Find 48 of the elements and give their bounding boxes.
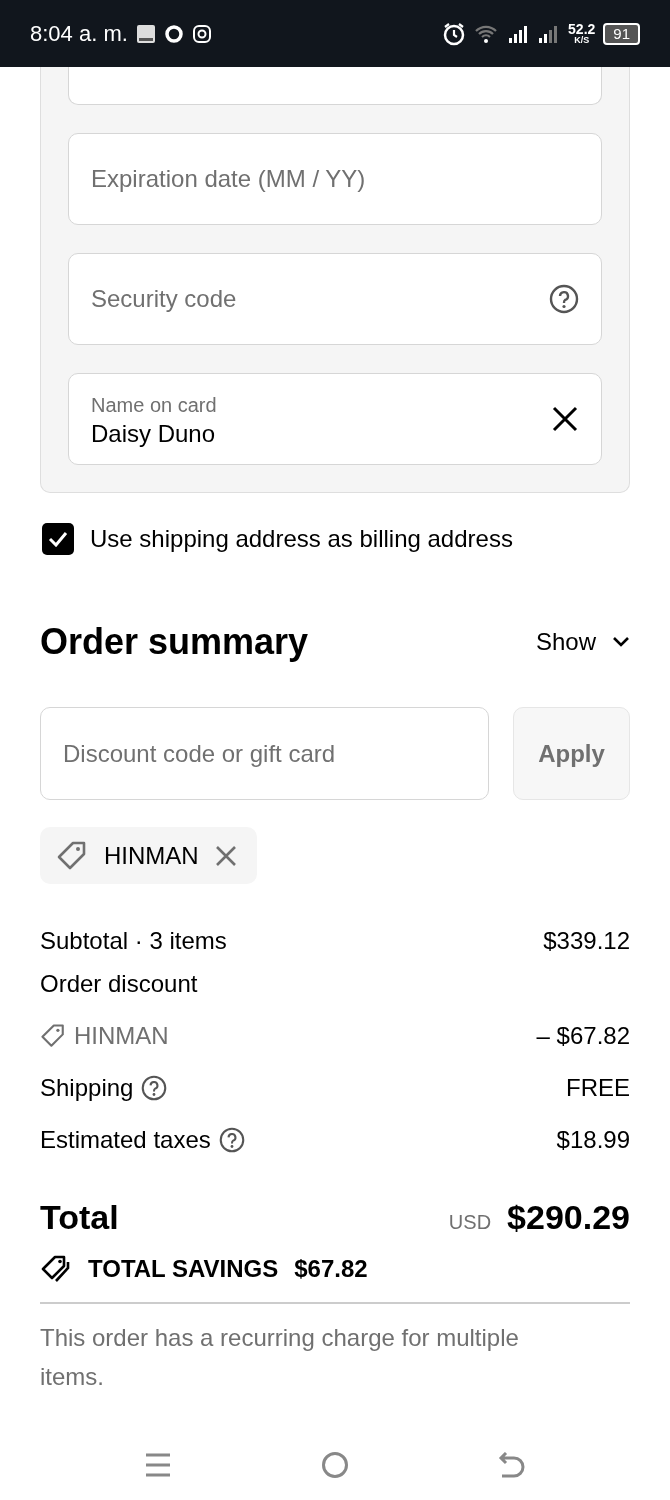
battery-level: 91 <box>603 22 640 45</box>
check-icon <box>48 531 68 547</box>
checkbox[interactable] <box>42 523 74 555</box>
chevron-icon <box>612 636 630 648</box>
clock-time: 8:04 a. m. <box>30 20 128 48</box>
text-input[interactable]: Daisy Duno <box>91 419 551 449</box>
remove-icon[interactable] <box>214 844 237 867</box>
name-on-card-field[interactable]: Name on card Daisy Duno <box>68 373 602 465</box>
line-label: Estimated taxes <box>40 1125 211 1155</box>
network-speed: 52.2 <box>568 22 596 36</box>
help-icon[interactable] <box>549 284 579 314</box>
card-number-field[interactable] <box>68 67 602 105</box>
line-amount: FREE <box>566 1073 630 1103</box>
discount-code: HINMAN <box>104 840 199 871</box>
help-icon[interactable] <box>141 1075 168 1101</box>
help-icon[interactable] <box>218 1127 245 1153</box>
currency-code: USD <box>448 1209 492 1235</box>
text-input[interactable]: Security code <box>91 281 549 317</box>
notification-icon <box>135 23 156 44</box>
savings-label: TOTAL SAVINGS <box>88 1254 279 1284</box>
tag-icon <box>56 839 88 872</box>
total-label: Total <box>40 1196 119 1238</box>
line-amount: – $67.82 <box>536 1021 630 1051</box>
menu-icon[interactable] <box>144 1452 173 1478</box>
expiration-field[interactable]: Expiration date (MM / YY) <box>68 133 602 225</box>
total-amount: $290.29 <box>507 1196 630 1238</box>
speed-unit: K/S <box>574 36 590 45</box>
back-icon[interactable] <box>497 1452 526 1478</box>
alarm-icon <box>442 21 467 46</box>
line-label: HINMAN <box>74 1021 169 1051</box>
line-label: Shipping <box>40 1073 134 1103</box>
clear-icon[interactable] <box>551 405 579 433</box>
text-input[interactable]: Expiration date (MM / YY) <box>91 161 579 197</box>
line-label: Subtotal · 3 items <box>40 926 227 956</box>
recurring-charge-note: This order has a recurring charge for multiple items. <box>40 1323 520 1392</box>
line-amount: $18.99 <box>556 1125 630 1155</box>
section-heading: Order summary <box>40 620 309 664</box>
home-icon[interactable] <box>321 1451 349 1479</box>
checkbox-label: Use shipping address as billing address <box>90 524 513 554</box>
tags-icon <box>40 1254 72 1284</box>
security-code-field[interactable]: Security code <box>68 253 602 345</box>
show-toggle[interactable]: Show <box>535 624 630 660</box>
tag-icon <box>40 1023 66 1049</box>
field-label: Name on card <box>91 392 218 418</box>
line-amount: $339.12 <box>543 926 630 956</box>
camera-icon <box>191 23 212 44</box>
line-label: Order discount <box>40 969 198 999</box>
savings-amount: $67.82 <box>294 1254 368 1284</box>
